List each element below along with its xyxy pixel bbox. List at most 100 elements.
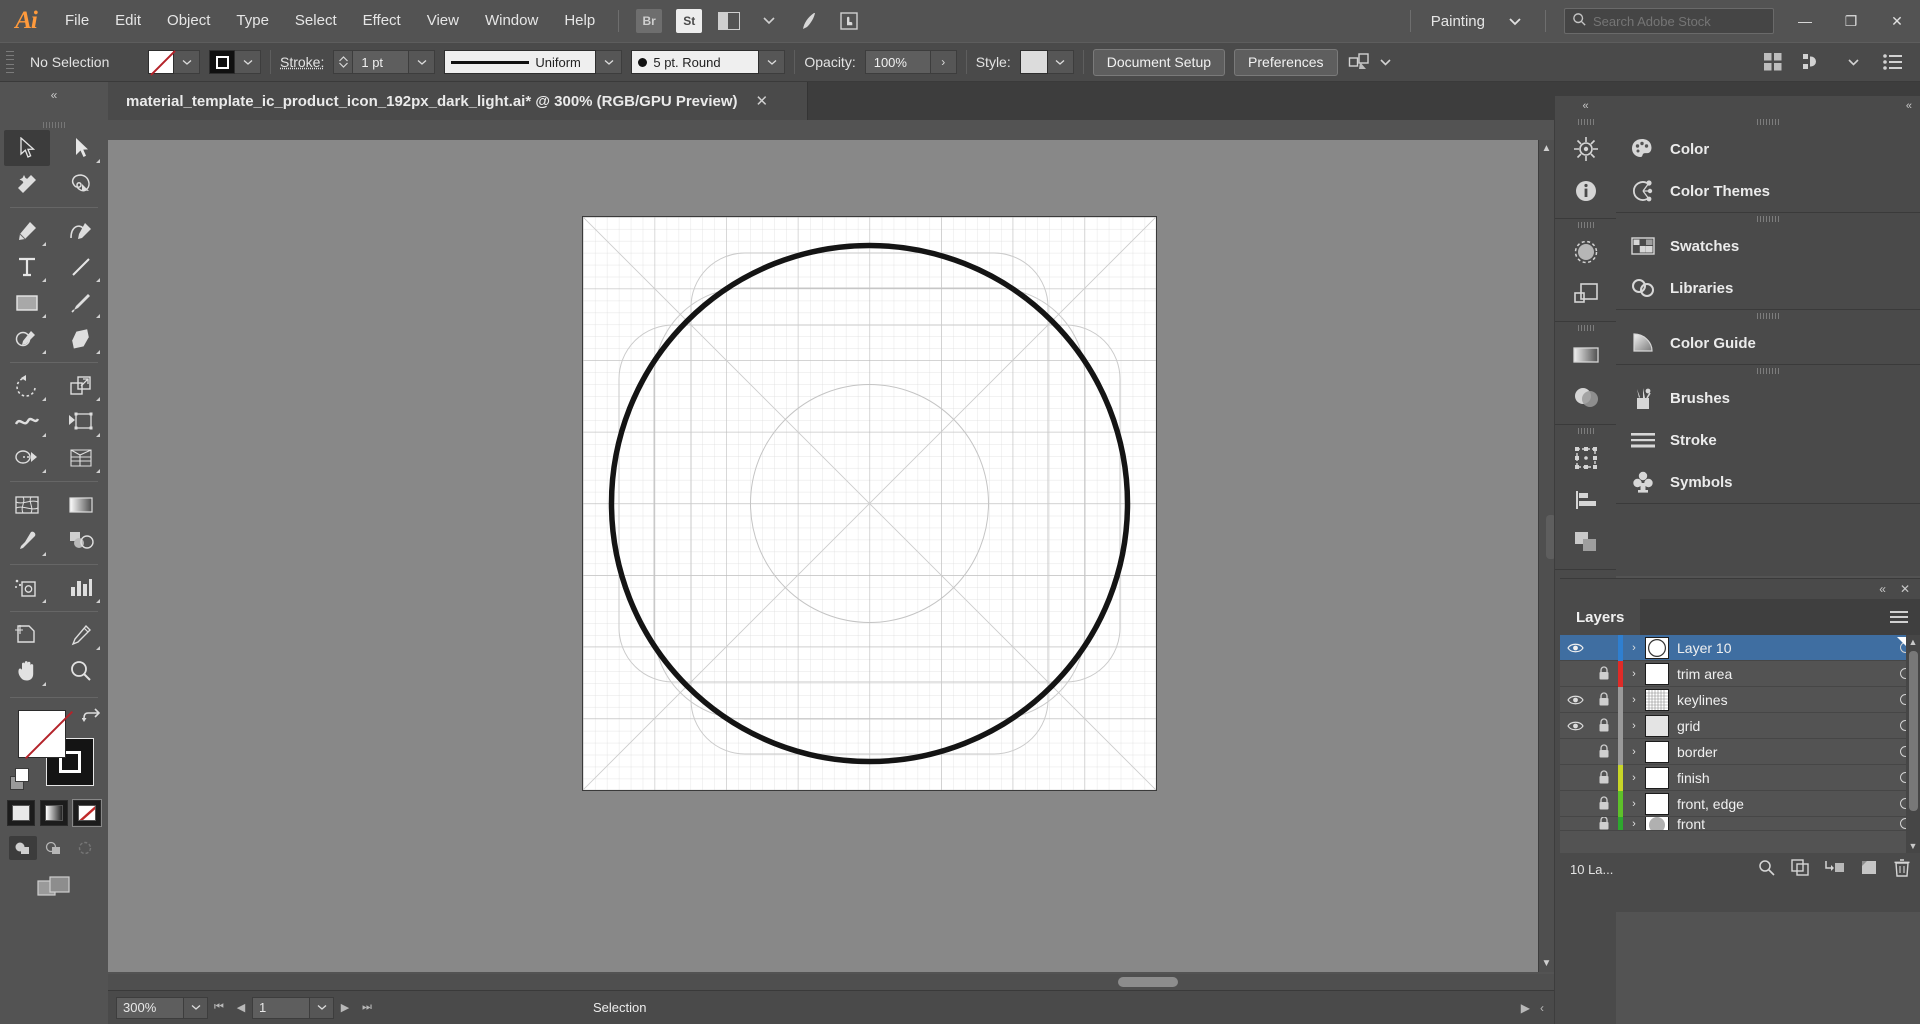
curvature-tool[interactable] — [58, 213, 104, 249]
status-menu-arrow-icon[interactable]: ▶ — [1521, 1001, 1530, 1015]
artboard-chevron-down-icon[interactable] — [310, 997, 334, 1019]
none-fill-mode-button[interactable] — [73, 800, 101, 826]
pathfinder-panel-icon[interactable] — [1555, 521, 1617, 563]
toolbar-collapse-zone[interactable]: « — [0, 82, 108, 120]
layer-name[interactable]: finish — [1677, 770, 1890, 786]
touch-workspace-icon[interactable] — [834, 8, 864, 34]
layers-close-icon[interactable]: ✕ — [1900, 582, 1910, 596]
rectangle-tool[interactable] — [4, 285, 50, 321]
layer-row-border[interactable]: › border — [1560, 739, 1920, 765]
stock-icon[interactable]: St — [674, 8, 704, 34]
panel-group-swatches-gripper[interactable] — [1616, 213, 1920, 225]
panel-item-color-themes[interactable]: Color Themes — [1616, 170, 1920, 212]
lock-icon[interactable] — [1590, 744, 1618, 759]
magic-wand-tool[interactable] — [4, 166, 50, 202]
direct-selection-tool[interactable] — [58, 130, 104, 166]
layer-row-trim-area[interactable]: › trim area — [1560, 661, 1920, 687]
expand-chevron-right-icon[interactable]: › — [1623, 798, 1645, 810]
blend-tool[interactable] — [58, 523, 104, 559]
align-chevron-down-icon[interactable] — [1840, 50, 1866, 74]
stroke-weight-chevron-down-icon[interactable] — [409, 50, 435, 74]
expand-chevron-right-icon[interactable]: › — [1623, 720, 1645, 732]
layer-row-layer-10[interactable]: › Layer 10 — [1560, 635, 1920, 661]
panel-item-color[interactable]: Color — [1616, 128, 1920, 170]
layers-scroll-up-icon[interactable]: ▲ — [1909, 635, 1918, 647]
lock-icon[interactable] — [1590, 718, 1618, 733]
width-tool[interactable] — [4, 404, 50, 440]
fill-dropdown-chevron-down-icon[interactable] — [174, 50, 200, 74]
paintbrush-tool[interactable] — [58, 285, 104, 321]
layer-row-grid[interactable]: › grid — [1560, 713, 1920, 739]
column-graph-tool[interactable] — [58, 570, 104, 606]
dock-group-2-gripper[interactable] — [1555, 219, 1616, 231]
first-artboard-button[interactable]: ⏮ — [208, 997, 230, 1019]
draw-inside-icon[interactable] — [71, 836, 99, 860]
scale-tool[interactable] — [58, 368, 104, 404]
layers-panel-menu-icon[interactable] — [1890, 611, 1920, 623]
hand-tool[interactable] — [4, 653, 50, 689]
layers-scroll-thumb[interactable] — [1909, 651, 1918, 811]
lock-icon[interactable] — [1590, 692, 1618, 707]
close-button[interactable]: ✕ — [1874, 0, 1920, 42]
expand-chevron-right-icon[interactable]: › — [1623, 668, 1645, 680]
layer-name[interactable]: border — [1677, 744, 1890, 760]
expand-chevron-right-icon[interactable]: › — [1623, 694, 1645, 706]
type-tool[interactable] — [4, 249, 50, 285]
rotate-tool[interactable] — [4, 368, 50, 404]
artboard-number-field[interactable]: 1 — [252, 997, 310, 1019]
last-artboard-button[interactable]: ⏭ — [356, 997, 378, 1019]
arrange-documents-icon[interactable] — [714, 8, 744, 34]
expand-chevron-right-icon[interactable]: › — [1623, 818, 1645, 830]
panel-group-brushes-gripper[interactable] — [1616, 365, 1920, 377]
panel-group-color-gripper[interactable] — [1616, 116, 1920, 128]
transparency-panel-icon[interactable] — [1555, 376, 1617, 418]
layer-name[interactable]: trim area — [1677, 666, 1890, 682]
mesh-tool[interactable] — [4, 487, 50, 523]
lock-icon[interactable] — [1590, 817, 1618, 831]
menu-view[interactable]: View — [414, 0, 472, 42]
make-clipping-mask-icon[interactable] — [1791, 859, 1809, 879]
document-setup-button[interactable]: Document Setup — [1093, 49, 1225, 76]
menu-effect[interactable]: Effect — [350, 0, 414, 42]
document-canvas[interactable] — [108, 140, 1538, 972]
dock-collapse-icon[interactable]: « — [1555, 96, 1616, 116]
zoom-level-field[interactable]: 300% — [116, 997, 184, 1019]
tab-layers[interactable]: Layers — [1560, 599, 1640, 635]
panel-group-color-guide-gripper[interactable] — [1616, 310, 1920, 322]
panelstack-collapse-icon[interactable]: « — [1616, 96, 1920, 116]
create-layer-icon[interactable] — [1861, 859, 1878, 879]
stroke-color-swatch[interactable] — [209, 50, 235, 74]
dock-group-3-gripper[interactable] — [1555, 322, 1616, 334]
stroke-profile-field[interactable]: Uniform — [444, 50, 596, 74]
gradient-fill-mode-button[interactable] — [40, 800, 68, 826]
canvas-horizontal-scrollbar[interactable] — [108, 974, 1554, 990]
default-fill-stroke-icon[interactable] — [10, 768, 32, 790]
horizontal-scroll-thumb[interactable] — [1118, 977, 1178, 987]
menu-edit[interactable]: Edit — [102, 0, 154, 42]
visibility-eye-icon[interactable] — [1560, 720, 1590, 732]
transform-tools-icon[interactable] — [1555, 437, 1617, 479]
panel-item-libraries[interactable]: Libraries — [1616, 267, 1920, 309]
artboard[interactable] — [582, 216, 1157, 791]
menu-help[interactable]: Help — [551, 0, 608, 42]
document-tab-close-icon[interactable]: ✕ — [756, 92, 769, 110]
panel-item-stroke[interactable]: Stroke — [1616, 419, 1920, 461]
style-chevron-down-icon[interactable] — [1048, 50, 1074, 74]
graphic-style-swatch[interactable] — [1020, 50, 1048, 74]
expand-chevron-right-icon[interactable]: › — [1623, 642, 1645, 654]
grid-view-icon[interactable] — [1760, 50, 1786, 74]
opacity-label[interactable]: Opacity: — [804, 54, 855, 70]
chevron-down-icon[interactable] — [754, 8, 784, 34]
shaper-tool[interactable] — [4, 321, 50, 357]
search-adobe-stock-box[interactable] — [1564, 8, 1774, 34]
appearance-panel-icon[interactable] — [1555, 231, 1617, 273]
layer-row-front[interactable]: › front — [1560, 817, 1920, 831]
preferences-button[interactable]: Preferences — [1234, 49, 1337, 76]
opacity-value[interactable]: 100% — [865, 50, 931, 74]
document-tab[interactable]: material_template_ic_product_icon_192px_… — [108, 82, 808, 120]
maximize-button[interactable]: ❐ — [1828, 0, 1874, 42]
lock-icon[interactable] — [1590, 796, 1618, 811]
scroll-up-icon[interactable]: ▲ — [1542, 140, 1552, 154]
minimize-button[interactable]: — — [1782, 0, 1828, 42]
brush-definition-chevron-down-icon[interactable] — [759, 50, 785, 74]
